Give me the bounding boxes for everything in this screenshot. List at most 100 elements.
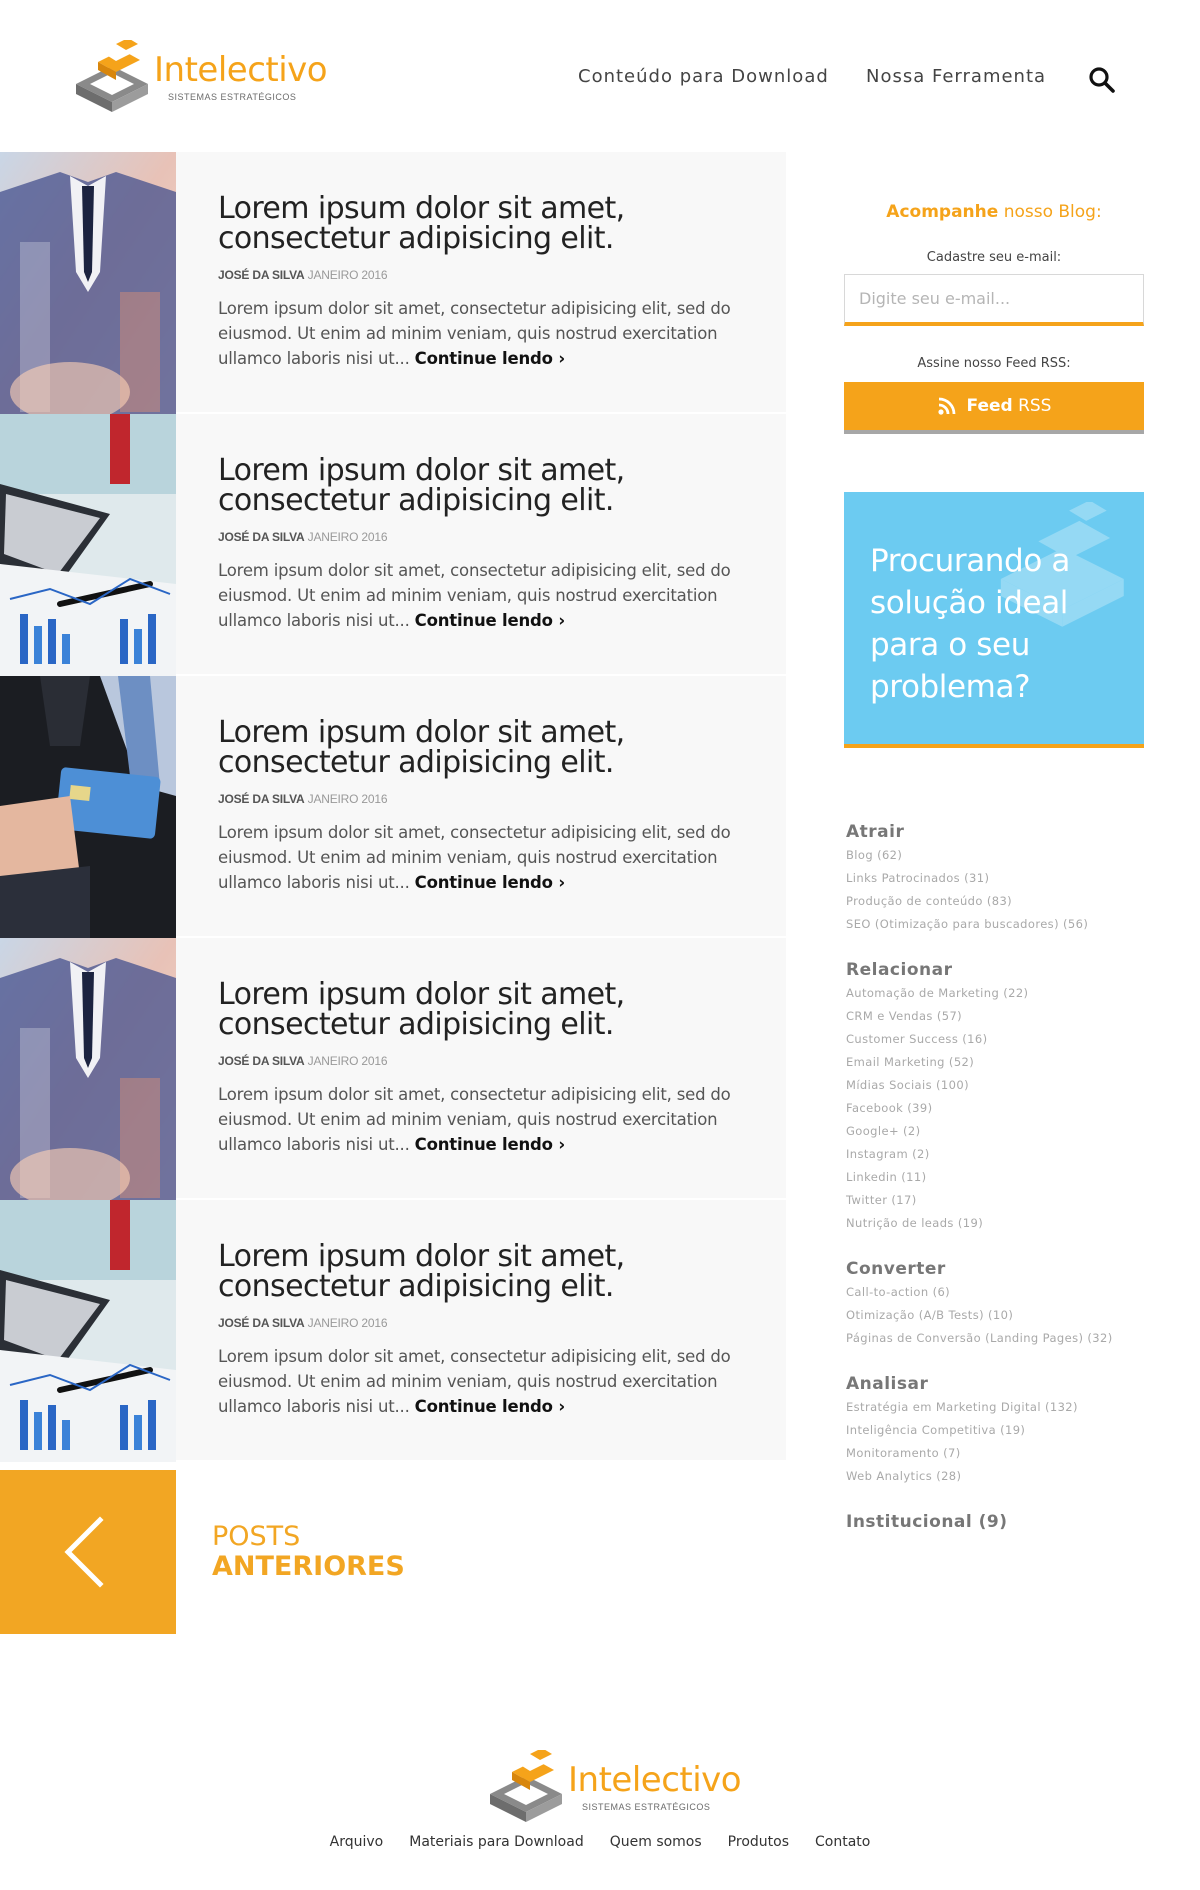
post-body: Lorem ipsum dolor sit amet, consectetur a… [218,456,758,633]
category-item[interactable]: SEO (Otimização para buscadores) (56) [846,913,1144,936]
post-meta: JOSÉ DA SILVA JANEIRO 2016 [218,792,758,806]
category-item[interactable]: Web Analytics (28) [846,1465,1144,1488]
category-item[interactable]: Instagram (2) [846,1143,1144,1166]
rss-feed-button[interactable]: Feed RSS [844,382,1144,434]
category-group: Analisar Estratégia em Marketing Digital… [846,1372,1144,1488]
post-meta: JOSÉ DA SILVA JANEIRO 2016 [218,1054,758,1068]
post-date: JANEIRO 2016 [307,1316,388,1330]
nav-our-tool[interactable]: Nossa Ferramenta [866,66,1046,87]
post-image[interactable] [0,414,176,676]
logo-name: Intelectivo [154,50,328,90]
post-meta: JOSÉ DA SILVA JANEIRO 2016 [218,530,758,544]
footer-link-products[interactable]: Produtos [728,1834,789,1850]
continue-reading-link[interactable]: Continue lendo › [415,1135,565,1154]
continue-reading-link[interactable]: Continue lendo › [415,1397,565,1416]
post-card: Lorem ipsum dolor sit amet, consectetur a… [0,1200,786,1462]
post-image[interactable] [0,938,176,1200]
rss-icon [937,397,955,415]
rss-label: Assine nosso Feed RSS: [917,356,1071,371]
post-title[interactable]: Lorem ipsum dolor sit amet, consectetur a… [218,718,758,778]
post-excerpt: Lorem ipsum dolor sit amet, consectetur … [218,561,731,630]
category-item[interactable]: Otimização (A/B Tests) (10) [846,1304,1144,1327]
category-item[interactable]: Linkedin (11) [846,1166,1144,1189]
nav-download-content[interactable]: Conteúdo para Download [578,66,829,87]
category-item[interactable]: Links Patrocinados (31) [846,867,1144,890]
post-card: Lorem ipsum dolor sit amet, consectetur a… [0,676,786,938]
post-card: Lorem ipsum dolor sit amet, consectetur a… [0,414,786,676]
category-item[interactable]: Mídias Sociais (100) [846,1074,1144,1097]
post-image[interactable] [0,1200,176,1462]
post-title[interactable]: Lorem ipsum dolor sit amet, consectetur a… [218,980,758,1040]
category-item[interactable]: Automação de Marketing (22) [846,982,1144,1005]
promo-text: Procurando a solução ideal para o seu pr… [870,543,1070,705]
promo-banner[interactable]: Procurando a solução ideal para o seu pr… [844,492,1144,748]
category-item[interactable]: Facebook (39) [846,1097,1144,1120]
logo[interactable]: Intelectivo SISTEMAS ESTRATÉGICOS [72,36,328,116]
footer-link-about[interactable]: Quem somos [610,1834,702,1850]
category-list: Atrair Blog (62) Links Patrocinados (31)… [846,820,1144,1556]
post-body: Lorem ipsum dolor sit amet, consectetur a… [218,980,758,1157]
post-card: Lorem ipsum dolor sit amet, consectetur a… [0,152,786,414]
category-item[interactable]: CRM e Vendas (57) [846,1005,1144,1028]
post-author: JOSÉ DA SILVA [218,1316,305,1330]
logo-tagline: SISTEMAS ESTRATÉGICOS [168,92,297,102]
site-header: Intelectivo SISTEMAS ESTRATÉGICOS Conteú… [0,0,1200,152]
category-item[interactable]: Estratégia em Marketing Digital (132) [846,1396,1144,1419]
post-date: JANEIRO 2016 [307,268,388,282]
category-title[interactable]: Atrair [846,820,1144,844]
search-icon[interactable] [1088,66,1116,94]
previous-posts[interactable]: POSTS ANTERIORES [0,1470,786,1634]
post-title[interactable]: Lorem ipsum dolor sit amet, consectetur a… [218,1242,758,1302]
continue-reading-link[interactable]: Continue lendo › [415,873,565,892]
email-label: Cadastre seu e-mail: [926,250,1062,265]
post-date: JANEIRO 2016 [307,1054,388,1068]
category-group: Atrair Blog (62) Links Patrocinados (31)… [846,820,1144,936]
category-item[interactable]: Nutrição de leads (19) [846,1212,1144,1235]
post-body: Lorem ipsum dolor sit amet, consectetur a… [218,1242,758,1419]
post-title[interactable]: Lorem ipsum dolor sit amet, consectetur a… [218,194,758,254]
post-title[interactable]: Lorem ipsum dolor sit amet, consectetur a… [218,456,758,516]
category-item[interactable]: Email Marketing (52) [846,1051,1144,1074]
post-body: Lorem ipsum dolor sit amet, consectetur a… [218,194,758,371]
continue-reading-link[interactable]: Continue lendo › [415,611,565,630]
post-author: JOSÉ DA SILVA [218,792,305,806]
category-title[interactable]: Converter [846,1257,1144,1281]
chevron-left-icon [64,1516,104,1588]
footer-link-downloads[interactable]: Materiais para Download [409,1834,583,1850]
category-item[interactable]: Google+ (2) [846,1120,1144,1143]
logo-name: Intelectivo [568,1760,742,1800]
post-image[interactable] [0,676,176,938]
category-item[interactable]: Páginas de Conversão (Landing Pages) (32… [846,1327,1144,1350]
category-item[interactable]: Monitoramento (7) [846,1442,1144,1465]
category-item[interactable]: Customer Success (16) [846,1028,1144,1051]
footer-link-archive[interactable]: Arquivo [330,1834,384,1850]
footer-link-contact[interactable]: Contato [815,1834,870,1850]
category-item[interactable]: Twitter (17) [846,1189,1144,1212]
laptop-charts-photo [0,414,176,676]
logo-tagline: SISTEMAS ESTRATÉGICOS [582,1802,711,1812]
post-excerpt: Lorem ipsum dolor sit amet, consectetur … [218,1347,731,1416]
post-image[interactable] [0,152,176,414]
logo-mark-icon [76,40,148,112]
category-item[interactable]: Blog (62) [846,844,1144,867]
post-date: JANEIRO 2016 [307,792,388,806]
post-date: JANEIRO 2016 [307,530,388,544]
category-item[interactable]: Inteligência Competitiva (19) [846,1419,1144,1442]
category-title[interactable]: Relacionar [846,958,1144,982]
post-author: JOSÉ DA SILVA [218,530,305,544]
category-item[interactable]: Call-to-action (6) [846,1281,1144,1304]
business-suit-photo [0,938,176,1200]
footer-links: Arquivo Materiais para Download Quem som… [0,1834,1200,1850]
footer-logo[interactable]: Intelectivo SISTEMAS ESTRATÉGICOS [486,1746,742,1826]
previous-posts-button[interactable] [0,1470,176,1634]
continue-reading-link[interactable]: Continue lendo › [415,349,565,368]
post-body: Lorem ipsum dolor sit amet, consectetur a… [218,718,758,895]
previous-posts-label[interactable]: POSTS ANTERIORES [212,1522,405,1582]
post-excerpt: Lorem ipsum dolor sit amet, consectetur … [218,299,731,368]
email-input[interactable] [844,274,1144,326]
laptop-charts-photo [0,1200,176,1462]
category-title[interactable]: Institucional (9) [846,1510,1144,1534]
site-footer: Intelectivo SISTEMAS ESTRATÉGICOS Arquiv… [0,1730,1200,1890]
category-item[interactable]: Produção de conteúdo (83) [846,890,1144,913]
category-title[interactable]: Analisar [846,1372,1144,1396]
